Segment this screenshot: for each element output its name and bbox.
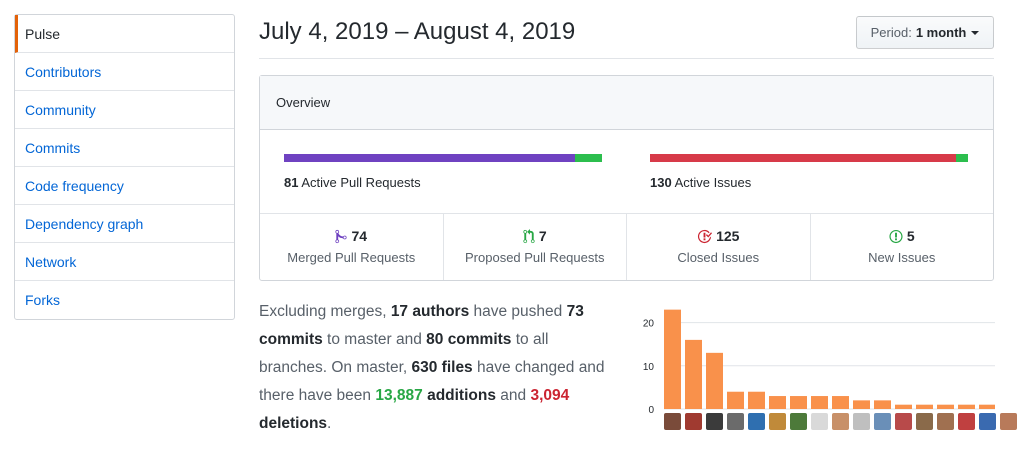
summary-text: and xyxy=(495,387,531,404)
active-issues-count: 130 xyxy=(650,175,672,190)
overview-stats: 74 Merged Pull Requests 7 Proposed Pull … xyxy=(260,214,993,280)
active-pr-count: 81 xyxy=(284,175,299,190)
new-issues-count: 5 xyxy=(906,228,915,244)
contributor-avatar[interactable] xyxy=(979,413,996,430)
active-issues-caption[interactable]: 130 Active Issues xyxy=(650,175,751,190)
sidebar-item-community[interactable]: Community xyxy=(15,91,234,129)
stat-merged-pull-requests[interactable]: 74 Merged Pull Requests xyxy=(260,214,444,280)
contributor-avatar[interactable] xyxy=(937,413,954,430)
header-divider xyxy=(259,58,994,59)
sidebar-item-network[interactable]: Network xyxy=(15,243,234,281)
commit-bar[interactable] xyxy=(916,404,933,409)
issues-bar[interactable] xyxy=(650,154,968,162)
sidebar-item-dependency-graph[interactable]: Dependency graph xyxy=(15,205,234,243)
commit-bar[interactable] xyxy=(727,391,744,409)
merged-pr-count: 74 xyxy=(351,228,368,244)
closed-issues-label: Closed Issues xyxy=(677,250,760,265)
sidebar-item-pulse[interactable]: Pulse xyxy=(15,15,234,53)
insights-sidebar: Pulse Contributors Community Commits Cod… xyxy=(14,14,235,320)
sidebar-item-code-frequency[interactable]: Code frequency xyxy=(15,167,234,205)
overview-header: Overview xyxy=(260,76,993,130)
commit-bar[interactable] xyxy=(958,404,975,409)
commit-bar[interactable] xyxy=(706,352,723,409)
commit-summary: Excluding merges, 17 authors have pushed… xyxy=(259,298,619,438)
commit-bar[interactable] xyxy=(790,396,807,409)
additions-count: 13,887 xyxy=(375,387,423,404)
sidebar-item-commits[interactable]: Commits xyxy=(15,129,234,167)
contributor-avatar[interactable] xyxy=(790,413,807,430)
issues-closed-segment xyxy=(650,154,956,162)
overview-panel: Overview 81 Active Pull Requests 130 Act… xyxy=(259,75,994,281)
contributor-avatar[interactable] xyxy=(832,413,849,430)
stat-closed-issues[interactable]: 125 Closed Issues xyxy=(627,214,811,280)
issue-opened-icon xyxy=(889,229,903,244)
pull-requests-bar[interactable] xyxy=(284,154,602,162)
y-tick-label: 0 xyxy=(648,405,654,416)
stat-new-issues[interactable]: 5 New Issues xyxy=(811,214,994,280)
commit-bar[interactable] xyxy=(979,404,995,409)
summary-text: to master and xyxy=(322,331,427,348)
git-pull-request-icon xyxy=(523,228,535,244)
closed-issues-count: 125 xyxy=(716,228,740,244)
y-tick-label: 20 xyxy=(643,319,655,330)
contributor-avatar[interactable] xyxy=(916,413,933,430)
period-value: 1 month xyxy=(915,25,967,40)
sidebar-item-forks[interactable]: Forks xyxy=(15,281,234,319)
active-pr-label: Active Pull Requests xyxy=(301,175,421,190)
page-title: July 4, 2019 – August 4, 2019 xyxy=(259,18,576,45)
commit-bar[interactable] xyxy=(664,309,681,409)
overview-bars: 81 Active Pull Requests 130 Active Issue… xyxy=(260,130,993,214)
authors-count[interactable]: 17 authors xyxy=(391,303,469,320)
commit-bar[interactable] xyxy=(853,400,870,409)
deletions-count: 3,094 xyxy=(530,387,570,404)
summary-text: have pushed xyxy=(469,303,567,320)
files-changed-count: 630 files xyxy=(411,359,473,376)
sidebar-item-contributors[interactable]: Contributors xyxy=(15,53,234,91)
merged-pr-label: Merged Pull Requests xyxy=(287,250,416,265)
period-dropdown-button[interactable]: Period: 1 month xyxy=(856,16,994,49)
contributor-avatar[interactable] xyxy=(769,413,786,430)
commit-bar[interactable] xyxy=(811,396,828,409)
contributor-avatar[interactable] xyxy=(895,413,912,430)
contributor-avatar[interactable] xyxy=(748,413,765,430)
new-issues-label: New Issues xyxy=(868,250,936,265)
summary-text: Excluding merges, xyxy=(259,303,391,320)
stat-proposed-pull-requests[interactable]: 7 Proposed Pull Requests xyxy=(444,214,627,280)
caret-down-icon xyxy=(971,31,980,35)
contributor-avatars xyxy=(664,413,1017,430)
active-issues-label: Active Issues xyxy=(674,175,752,190)
all-commits-count[interactable]: 80 commits xyxy=(426,331,511,348)
proposed-pr-label: Proposed Pull Requests xyxy=(465,250,605,265)
contributor-avatar[interactable] xyxy=(874,413,891,430)
commit-bar[interactable] xyxy=(748,391,765,409)
contributor-avatar[interactable] xyxy=(664,413,681,430)
additions-word: additions xyxy=(422,387,496,404)
proposed-pr-count: 7 xyxy=(538,228,547,244)
contributor-avatar[interactable] xyxy=(853,413,870,430)
contributor-avatar[interactable] xyxy=(1000,413,1017,430)
contributor-avatar[interactable] xyxy=(685,413,702,430)
y-tick-label: 10 xyxy=(643,362,655,373)
contributor-avatar[interactable] xyxy=(706,413,723,430)
commit-bar[interactable] xyxy=(832,396,849,409)
deletions-word: deletions xyxy=(259,415,328,432)
pr-open-segment xyxy=(574,154,602,162)
pr-merged-segment xyxy=(284,154,575,162)
issues-open-segment xyxy=(955,154,968,162)
issue-closed-icon xyxy=(697,229,713,244)
period-label: Period: xyxy=(870,25,912,40)
contributor-avatar[interactable] xyxy=(958,413,975,430)
commit-bar[interactable] xyxy=(937,404,954,409)
contributor-avatar[interactable] xyxy=(811,413,828,430)
commit-bar[interactable] xyxy=(769,396,786,409)
summary-text: . xyxy=(327,415,332,432)
commit-bar[interactable] xyxy=(685,339,702,409)
active-pull-requests-caption[interactable]: 81 Active Pull Requests xyxy=(284,175,421,190)
commit-bar[interactable] xyxy=(895,404,912,409)
contributor-avatar[interactable] xyxy=(727,413,744,430)
commit-bar[interactable] xyxy=(874,400,891,409)
git-merge-icon xyxy=(335,229,348,244)
